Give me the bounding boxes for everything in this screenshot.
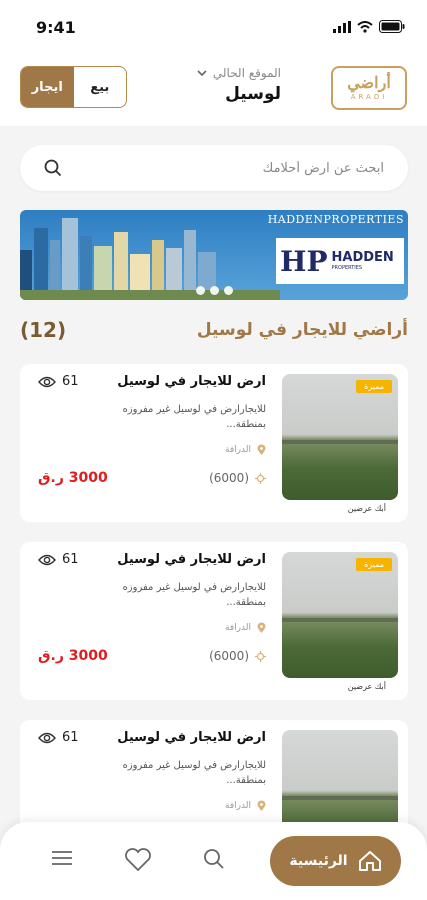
listing-district: الدرافة	[225, 444, 266, 456]
featured-badge: مميزة	[356, 558, 392, 571]
listing-description: للايجارارض في لوسيل غير مفروزه بمنطقة...	[122, 404, 266, 430]
listing-area: (6000)	[209, 649, 266, 663]
status-time: 9:41	[36, 18, 76, 37]
views-count: 61	[38, 730, 79, 745]
views-count: 61	[38, 552, 79, 567]
location-value: لوسيل	[225, 84, 281, 104]
app-logo: أراضي ARADI	[331, 66, 407, 110]
status-icons	[333, 20, 405, 33]
district-value: الدرافة	[225, 445, 251, 455]
signal-icon	[333, 20, 351, 33]
tree-line	[282, 617, 398, 622]
banner-brand-tagline: PROPERTIES	[331, 265, 363, 272]
listing-price: 3000 ر.ق	[38, 648, 108, 664]
carousel-dot[interactable]	[210, 286, 219, 295]
banner-brand-logo: HP HADDEN PROPERTIES	[276, 238, 404, 284]
district-value: الدرافة	[225, 801, 251, 811]
listing-card[interactable]: مميزة أبك عرضين ارض للايجار في لوسيل 61 …	[20, 364, 408, 522]
home-label: الرئيسية	[289, 853, 348, 869]
section-title: أراضي للايجار في لوسيل	[196, 320, 408, 340]
listing-price: 3000 ر.ق	[38, 470, 108, 486]
listing-title: ارض للايجار في لوسيل	[117, 374, 266, 389]
city-skyline-image	[20, 218, 280, 300]
listing-title: ارض للايجار في لوسيل	[117, 730, 266, 745]
search-icon[interactable]	[44, 159, 62, 177]
search-bar	[20, 145, 408, 191]
listing-owner: أبك عرضين	[347, 682, 386, 691]
section-header: (12) أراضي للايجار في لوسيل	[20, 318, 408, 342]
eye-icon	[38, 732, 56, 743]
eye-icon	[38, 554, 56, 565]
listing-owner: أبك عرضين	[347, 504, 386, 513]
search-nav-icon[interactable]	[203, 848, 225, 870]
featured-badge: مميزة	[356, 380, 392, 393]
sale-tab[interactable]: بيع	[74, 67, 127, 107]
location-pin-icon	[257, 622, 266, 633]
listing-district: الدرافة	[225, 800, 266, 812]
bottom-nav: الرئيسية	[0, 822, 427, 900]
search-input[interactable]	[74, 160, 384, 176]
banner-title: HADDENPROPERTIES	[267, 213, 404, 226]
rent-sale-toggle[interactable]: ايجار بيع	[20, 66, 127, 108]
battery-icon	[379, 20, 405, 33]
banner-brand-name: HADDEN	[331, 249, 394, 265]
listing-image[interactable]: مميزة	[282, 552, 398, 678]
listing-image[interactable]: مميزة	[282, 374, 398, 500]
app-screen: 9:41 ايجار بيع الموقع الحالي لوسيل أراضي…	[0, 0, 427, 900]
area-icon	[255, 472, 266, 484]
header: ايجار بيع الموقع الحالي لوسيل أراضي ARAD…	[0, 56, 427, 126]
tree-line	[282, 795, 398, 800]
listing-description: للايجارارض في لوسيل غير مفروزه بمنطقة...	[122, 760, 266, 786]
chevron-down-icon	[197, 69, 207, 76]
promo-banner[interactable]: HADDENPROPERTIES HP HADDEN PROPERTIES	[20, 210, 408, 300]
area-value: (6000)	[209, 649, 249, 663]
rent-tab[interactable]: ايجار	[21, 67, 74, 107]
listing-area: (6000)	[209, 471, 266, 485]
views-value: 61	[62, 374, 79, 389]
eye-icon	[38, 376, 56, 387]
listing-title: ارض للايجار في لوسيل	[117, 552, 266, 567]
location-label: الموقع الحالي	[212, 66, 281, 80]
banner-brand-mark: HP	[280, 244, 328, 278]
logo-text-ar: أراضي	[347, 73, 391, 92]
area-value: (6000)	[209, 471, 249, 485]
tree-line	[282, 439, 398, 444]
home-icon	[358, 851, 381, 871]
views-count: 61	[38, 374, 79, 389]
views-value: 61	[62, 552, 79, 567]
heart-icon[interactable]	[124, 848, 152, 872]
listing-count: (12)	[20, 318, 67, 342]
location-selector[interactable]: الموقع الحالي لوسيل	[197, 66, 281, 104]
listing-card[interactable]: مميزة أبك عرضين ارض للايجار في لوسيل 61 …	[20, 542, 408, 700]
carousel-dots[interactable]	[196, 286, 233, 295]
location-pin-icon	[257, 800, 266, 811]
menu-icon[interactable]	[52, 850, 72, 866]
carousel-dot[interactable]	[196, 286, 205, 295]
wifi-icon	[357, 20, 373, 33]
home-button[interactable]: الرئيسية	[270, 836, 401, 886]
carousel-dot[interactable]	[224, 286, 233, 295]
listing-description: للايجارارض في لوسيل غير مفروزه بمنطقة...	[122, 582, 266, 608]
location-pin-icon	[257, 444, 266, 455]
listing-district: الدرافة	[225, 622, 266, 634]
status-bar: 9:41	[0, 0, 427, 56]
location-label-row: الموقع الحالي	[197, 66, 281, 80]
logo-text-en: ARADI	[350, 93, 388, 101]
views-value: 61	[62, 730, 79, 745]
area-icon	[255, 650, 266, 662]
district-value: الدرافة	[225, 623, 251, 633]
